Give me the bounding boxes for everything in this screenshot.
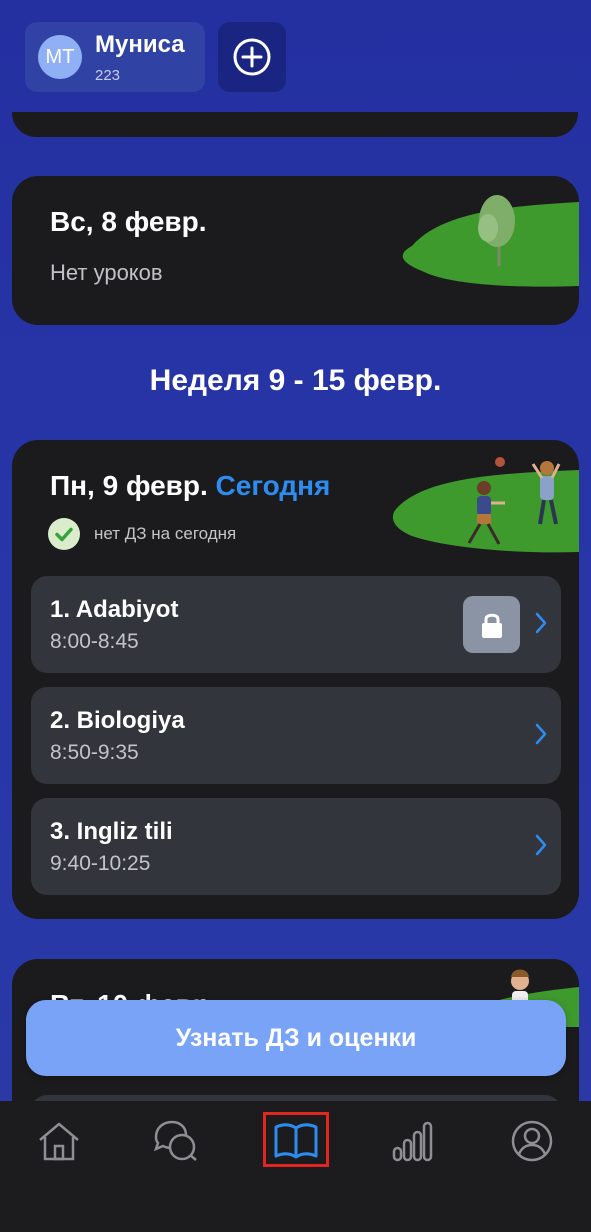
previous-day-card <box>12 112 578 137</box>
lesson-row[interactable]: 2. Biologiya 8:50-9:35 <box>31 687 561 784</box>
profile-class: 223 <box>95 67 121 84</box>
add-profile-button[interactable] <box>218 22 286 92</box>
profile-switcher[interactable]: МТ Муниса 223 <box>25 22 205 92</box>
profile-icon <box>511 1120 553 1162</box>
lesson-name: 2. Biologiya <box>50 707 185 734</box>
lesson-time: 8:50-9:35 <box>50 741 139 764</box>
day-date: Пн, 9 февр. <box>50 470 208 501</box>
homework-status-text: нет ДЗ на сегодня <box>94 524 237 543</box>
lesson-name: 1. Adabiyot <box>50 596 179 623</box>
lesson-time: 9:40-10:25 <box>50 852 151 875</box>
chat-icon <box>153 1120 197 1161</box>
today-label: Сегодня <box>215 470 331 501</box>
tab-statistics[interactable] <box>389 1117 437 1165</box>
check-circle-icon <box>48 518 80 550</box>
lock-icon <box>463 596 520 653</box>
lesson-time: 8:00-8:45 <box>50 630 139 653</box>
profile-name: Муниса <box>95 31 185 58</box>
bottom-tab-bar <box>0 1101 591 1232</box>
homework-status: нет ДЗ на сегодня <box>48 518 236 550</box>
avatar: МТ <box>38 35 82 79</box>
homework-grades-button[interactable]: Узнать ДЗ и оценки <box>26 1000 566 1076</box>
day-title: Вс, 8 февр. <box>50 206 207 237</box>
stats-icon <box>392 1121 433 1162</box>
kids-playing-illustration <box>392 457 579 553</box>
tab-home[interactable] <box>35 1117 83 1165</box>
tab-chats[interactable] <box>152 1117 200 1165</box>
chevron-right-icon <box>535 723 547 745</box>
day-card-today: Пн, 9 февр. Сегодня нет ДЗ на сегодня 1.… <box>12 440 579 919</box>
plus-circle-icon <box>233 38 271 76</box>
tab-diary[interactable] <box>272 1117 320 1165</box>
day-card-sunday[interactable]: Вс, 8 февр. Нет уроков <box>12 176 579 325</box>
lesson-row[interactable]: 1. Adabiyot 8:00-8:45 <box>31 576 561 673</box>
lesson-row[interactable]: 3. Ingliz tili 9:40-10:25 <box>31 798 561 895</box>
park-illustration <box>402 195 579 287</box>
lesson-name: 3. Ingliz tili <box>50 818 173 845</box>
book-icon <box>274 1123 318 1159</box>
no-lessons-text: Нет уроков <box>50 260 163 285</box>
week-title: Неделя 9 - 15 февр. <box>149 364 442 397</box>
tab-profile[interactable] <box>508 1117 556 1165</box>
day-title: Пн, 9 февр. Сегодня <box>50 470 330 502</box>
chevron-right-icon <box>535 834 547 856</box>
home-icon <box>39 1122 79 1161</box>
chevron-right-icon <box>535 612 547 634</box>
